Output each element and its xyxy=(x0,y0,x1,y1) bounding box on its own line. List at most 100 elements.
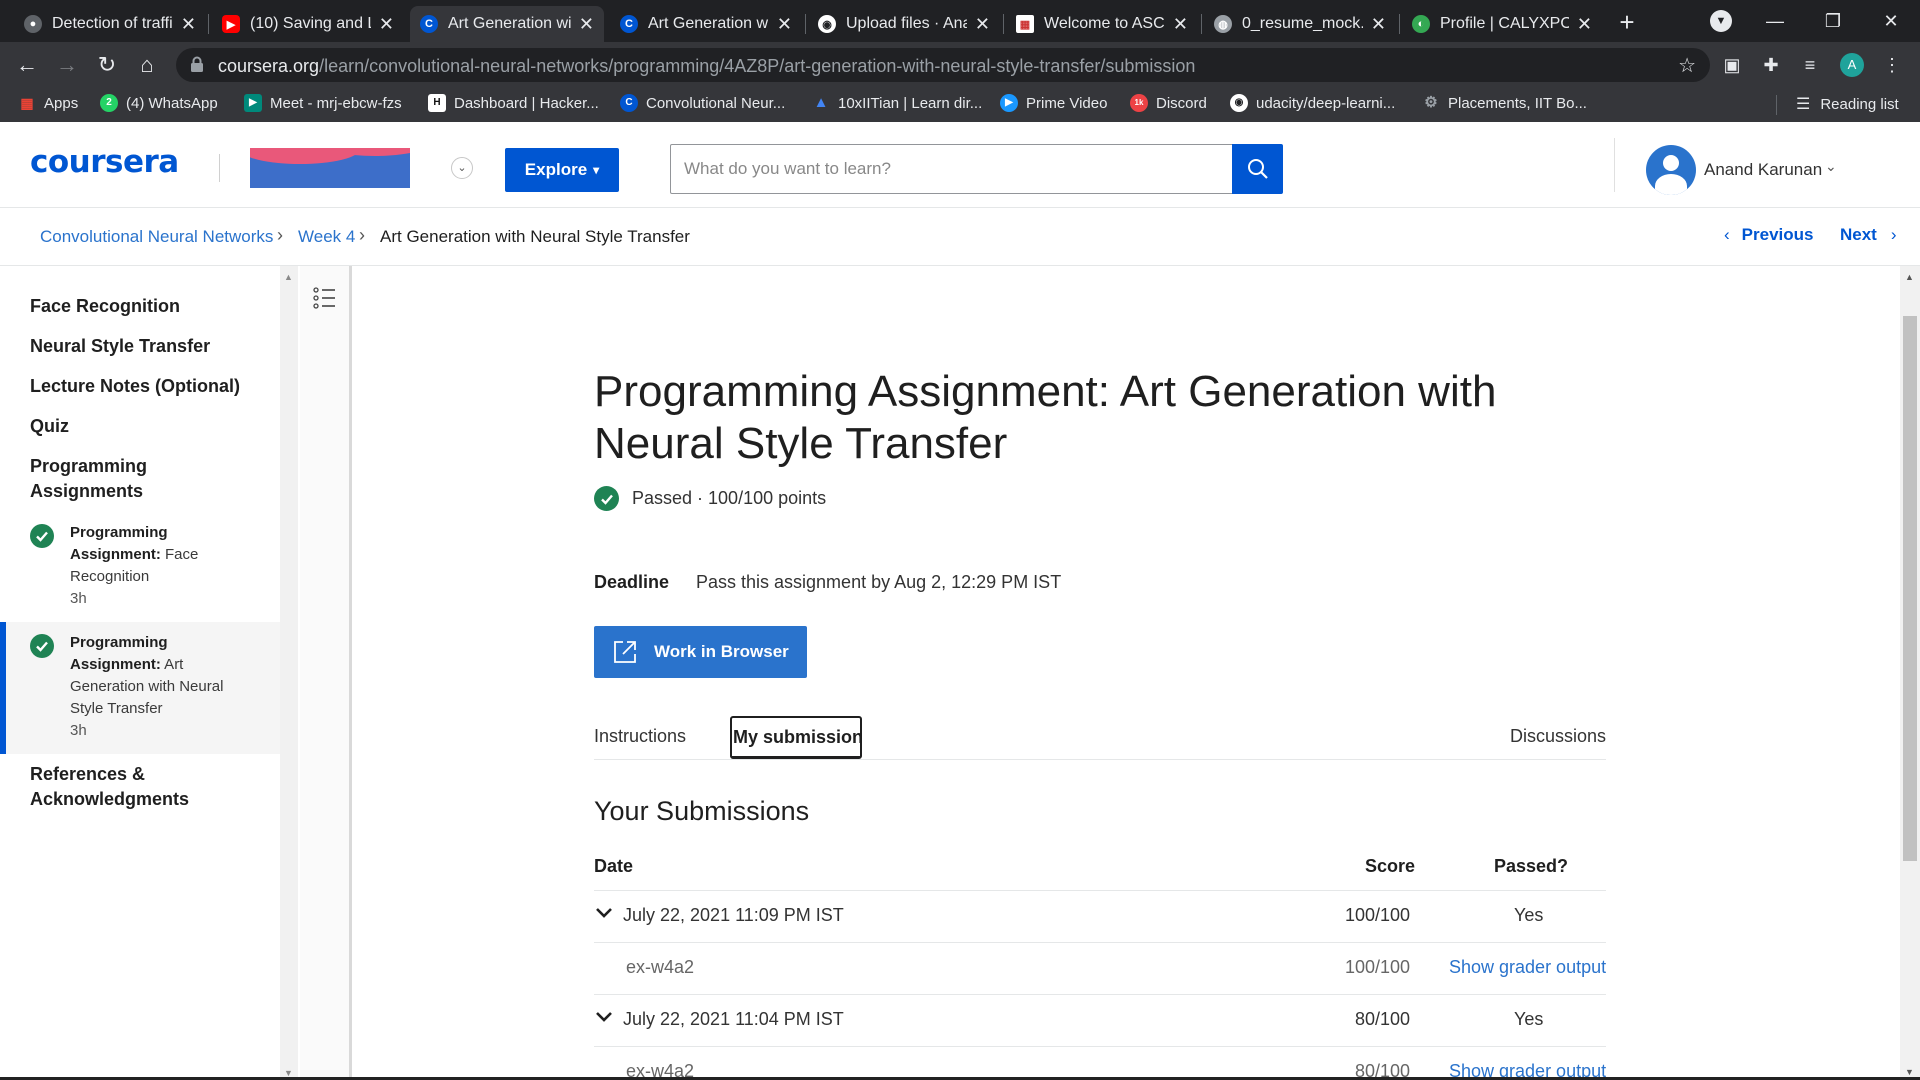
bookmark-discord[interactable]: 1k Discord xyxy=(1130,94,1207,112)
user-name[interactable]: Anand Karunan xyxy=(1704,160,1822,180)
avatar[interactable] xyxy=(1646,145,1696,195)
tab-search-icon[interactable]: ▼ xyxy=(1710,10,1732,32)
browser-tab-3-active[interactable]: C Art Generation wi ✕ xyxy=(410,6,604,42)
submission-score: 100/100 xyxy=(1345,905,1411,925)
sidebar-item-face-recognition[interactable]: Face Recognition xyxy=(30,294,260,319)
reading-list-icon: ☰ xyxy=(1796,96,1811,113)
sidebar-item-programming-assignments[interactable]: Programming Assignments xyxy=(30,454,260,504)
tab-title: Upload files · Ana xyxy=(846,15,967,32)
tab-discussions[interactable]: Discussions xyxy=(1510,726,1606,747)
sidebar-item-lecture-notes[interactable]: Lecture Notes (Optional) xyxy=(30,374,260,399)
next-button[interactable]: Next › xyxy=(1840,225,1897,245)
previous-button[interactable]: ‹ Previous xyxy=(1724,225,1813,245)
calyx-icon: ◐ xyxy=(1412,15,1430,33)
tab-title: Detection of traffic xyxy=(52,15,173,32)
explore-button[interactable]: Explore ▾ xyxy=(505,148,619,192)
sidebar-item-neural-style-transfer[interactable]: Neural Style Transfer xyxy=(30,334,260,359)
reading-list[interactable]: ☰ Reading list xyxy=(1796,94,1899,114)
bookmark-placements[interactable]: ⚙ Placements, IIT Bo... xyxy=(1422,94,1587,112)
close-icon[interactable]: ✕ xyxy=(1577,14,1592,35)
breadcrumb-week[interactable]: Week 4 xyxy=(298,227,355,247)
page-title: Programming Assignment: Art Generation w… xyxy=(594,367,1497,468)
submissions-heading: Your Submissions xyxy=(594,796,810,826)
browser-tab-1[interactable]: ● Detection of traffic ✕ xyxy=(14,6,206,42)
address-bar[interactable]: coursera.org/learn/convolutional-neural-… xyxy=(176,48,1710,82)
tab-instructions[interactable]: Instructions xyxy=(594,726,686,747)
show-grader-output-link[interactable]: Show grader output xyxy=(1449,957,1606,978)
page-scrollbar[interactable]: ▲ ▼ xyxy=(1900,266,1920,1080)
menu-kebab-icon[interactable]: ⋮ xyxy=(1878,51,1906,79)
browser-tab-6[interactable]: ▦ Welcome to ASC ✕ xyxy=(1006,6,1198,42)
bookmarks-bar: ▦ Apps 2 (4) WhatsApp ▶ Meet - mrj-ebcw-fzs… xyxy=(0,88,1920,122)
bookmark-coursera[interactable]: C Convolutional Neur... xyxy=(620,94,785,112)
list-outline-icon[interactable] xyxy=(313,287,337,309)
close-icon[interactable]: ✕ xyxy=(777,14,792,35)
hackerrank-icon: H xyxy=(428,94,446,112)
back-icon[interactable]: ← xyxy=(12,50,42,80)
media-control-icon[interactable]: ≡ xyxy=(1796,51,1824,79)
chevron-right-icon: › xyxy=(277,225,283,245)
close-icon[interactable]: ✕ xyxy=(579,14,594,35)
new-tab-plus-icon[interactable]: + xyxy=(1612,8,1642,38)
chevron-right-icon: › xyxy=(1890,225,1897,244)
browser-tab-4[interactable]: C Art Generation wi ✕ xyxy=(610,6,802,42)
column-header-passed: Passed? xyxy=(1494,856,1569,876)
window-close-icon[interactable]: ✕ xyxy=(1862,0,1920,42)
close-icon[interactable]: ✕ xyxy=(1173,14,1188,35)
close-icon[interactable]: ✕ xyxy=(975,14,990,35)
sidebar-item-quiz[interactable]: Quiz xyxy=(30,414,260,439)
search-icon xyxy=(1247,159,1268,179)
tab-title: (10) Saving and Lo xyxy=(250,15,371,32)
scrollbar-thumb[interactable] xyxy=(1903,316,1917,861)
bookmark-udacity[interactable]: ◉ udacity/deep-learni... xyxy=(1230,94,1395,112)
bookmark-meet[interactable]: ▶ Meet - mrj-ebcw-fzs xyxy=(244,94,402,112)
bookmark-hackerrank[interactable]: H Dashboard | Hacker... xyxy=(428,94,599,112)
breadcrumb-course[interactable]: Convolutional Neural Networks xyxy=(40,227,273,247)
table-row[interactable]: July 22, 2021 11:04 PM IST 80/100 Yes xyxy=(594,994,1606,1046)
forward-icon[interactable]: → xyxy=(52,50,82,80)
minimize-icon[interactable]: — xyxy=(1746,0,1804,42)
browser-tab-8[interactable]: ◐ Profile | CALYXPO ✕ xyxy=(1402,6,1602,42)
browser-tab-7[interactable]: ◍ 0_resume_mock.p ✕ xyxy=(1204,6,1396,42)
search-input[interactable] xyxy=(670,144,1233,194)
profile-avatar[interactable]: A xyxy=(1840,53,1864,77)
coursera-header: coursera ⌄ Explore▾ Anand Karunan ⌄ xyxy=(0,122,1920,208)
table-row: ex-w4a2 100/100 Show grader output xyxy=(594,942,1606,994)
prime-icon: ▶ xyxy=(1000,94,1018,112)
reload-icon[interactable]: ↻ xyxy=(92,50,122,80)
bookmark-whatsapp[interactable]: 2 (4) WhatsApp xyxy=(100,94,218,112)
sidebar-item-references[interactable]: References & Acknowledgments xyxy=(30,762,260,812)
browser-tab-2[interactable]: ▶ (10) Saving and Lo ✕ xyxy=(212,6,404,42)
bookmark-apps[interactable]: ▦ Apps xyxy=(18,94,78,112)
home-icon[interactable]: ⌂ xyxy=(132,50,162,80)
extensions-puzzle-icon[interactable]: ✚ xyxy=(1757,51,1785,79)
sidebar-scrollbar[interactable]: ▲ ▼ xyxy=(280,266,298,1080)
organization-banner[interactable] xyxy=(250,148,410,188)
tab-my-submission[interactable]: My submission xyxy=(730,716,863,759)
chevron-down-icon[interactable] xyxy=(594,1007,614,1027)
chevron-down-icon[interactable]: ⌄ xyxy=(451,157,473,179)
sidebar-item-assignment-art-generation[interactable]: Programming Assignment: Art Generation w… xyxy=(0,622,280,754)
screenshot-extension-icon[interactable]: ▣ xyxy=(1718,51,1746,79)
bookmark-10xiitian[interactable]: ▲ 10xIITian | Learn dir... xyxy=(812,94,983,112)
chevron-down-icon[interactable] xyxy=(594,903,614,923)
restore-icon[interactable]: ❐ xyxy=(1804,0,1862,42)
deadline-value: Pass this assignment by Aug 2, 12:29 PM … xyxy=(696,572,1062,592)
table-row[interactable]: July 22, 2021 11:09 PM IST 100/100 Yes xyxy=(594,890,1606,942)
work-in-browser-button[interactable]: Work in Browser xyxy=(594,626,807,678)
close-icon[interactable]: ✕ xyxy=(181,14,196,35)
browser-tab-5[interactable]: ◉ Upload files · Ana ✕ xyxy=(808,6,1000,42)
close-icon[interactable]: ✕ xyxy=(1371,14,1386,35)
bookmark-star-icon[interactable]: ☆ xyxy=(1678,53,1696,78)
search-button[interactable] xyxy=(1232,144,1283,194)
sidebar-item-label: Programming Assignment: Art Generation w… xyxy=(70,634,224,717)
coursera-logo[interactable]: coursera xyxy=(30,144,179,180)
meet-icon: ▶ xyxy=(244,94,262,112)
sidebar-item-assignment-face-recognition[interactable]: Programming Assignment: Face Recognition… xyxy=(0,522,280,626)
chevron-down-icon[interactable]: ⌄ xyxy=(1825,158,1837,175)
coursera-icon: C xyxy=(420,15,438,33)
bookmark-prime-video[interactable]: ▶ Prime Video xyxy=(1000,94,1107,112)
lock-icon xyxy=(191,56,203,72)
close-icon[interactable]: ✕ xyxy=(379,14,394,35)
part-id: ex-w4a2 xyxy=(626,957,695,977)
